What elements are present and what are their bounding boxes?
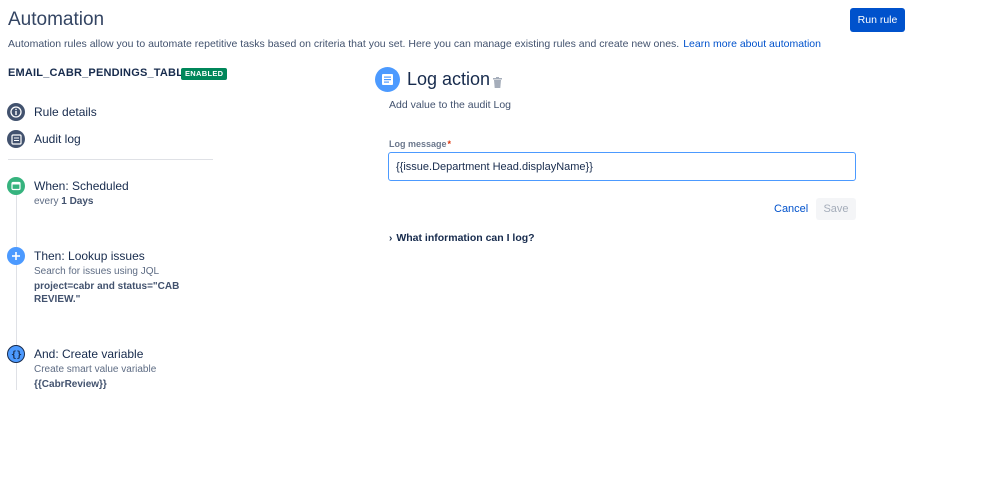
run-rule-button[interactable]: Run rule [850, 8, 905, 32]
step-title: Then: Lookup issues [34, 249, 145, 263]
log-action-icon [375, 67, 400, 92]
cancel-button[interactable]: Cancel [770, 198, 812, 220]
step-title: And: Create variable [34, 347, 144, 361]
chevron-right-icon: › [389, 232, 393, 244]
rule-name: EMAIL_CABR_PENDINGS_TABLE [8, 67, 191, 79]
nav-label-audit-log: Audit log [34, 132, 81, 146]
page-description-text: Automation rules allow you to automate r… [8, 38, 680, 50]
info-expander[interactable]: › What information can I log? [389, 232, 535, 244]
panel-subtitle: Add value to the audit Log [389, 99, 512, 111]
required-mark: * [447, 139, 452, 149]
info-expander-label: What information can I log? [396, 232, 535, 244]
plus-icon [7, 247, 25, 265]
page-description: Automation rules allow you to automate r… [8, 38, 821, 50]
svg-text:{}: {} [11, 350, 22, 360]
panel-title: Log action [407, 69, 491, 89]
field-label: Log message* [389, 139, 452, 149]
list-icon [7, 130, 25, 148]
trash-icon[interactable] [493, 75, 502, 93]
page-title: Automation [8, 9, 105, 30]
log-message-input[interactable] [388, 152, 856, 181]
save-button[interactable]: Save [816, 198, 856, 220]
step-detail-jql: project=cabr and status="CAB REVIEW." [34, 281, 180, 305]
step-description: Search for issues using JQL [34, 266, 160, 277]
step-description: every 1 Days [34, 196, 94, 207]
info-icon [7, 103, 25, 121]
step-description-value: 1 Days [61, 196, 94, 207]
braces-icon: {} [7, 345, 25, 363]
step-description: Create smart value variable [34, 364, 157, 375]
step-detail-variable: {{CabrReview}} [34, 379, 107, 390]
nav-item-rule-details[interactable]: Rule details [7, 103, 97, 121]
nav-label-rule-details: Rule details [34, 105, 97, 119]
status-badge: ENABLED [181, 68, 228, 80]
nav-item-audit-log[interactable]: Audit log [7, 130, 81, 148]
learn-more-link[interactable]: Learn more about automation [683, 38, 821, 50]
step-title: When: Scheduled [34, 179, 129, 193]
divider [8, 159, 213, 160]
calendar-icon [7, 177, 25, 195]
